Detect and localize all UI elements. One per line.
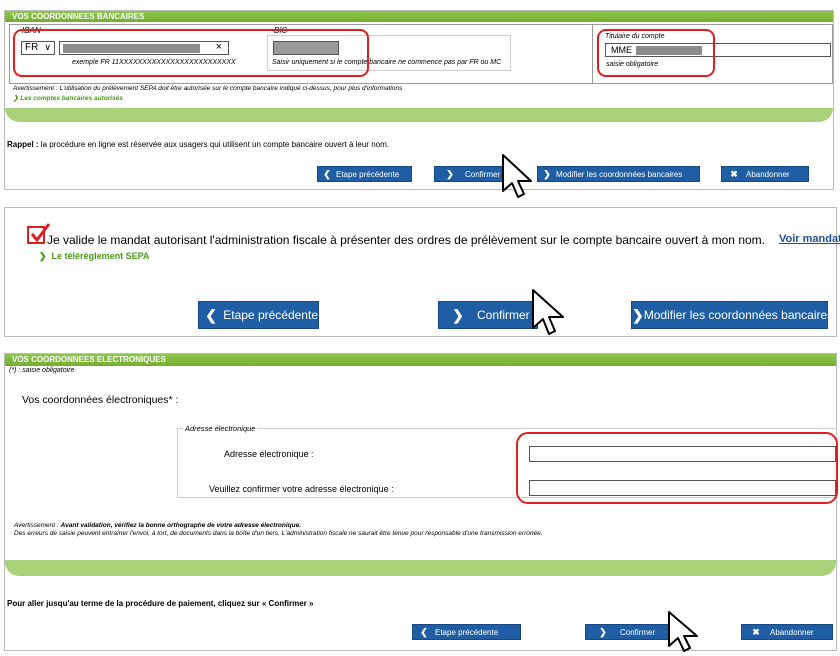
- mandate-panel: Je valide le mandat autorisant l'adminis…: [4, 207, 840, 337]
- chevron-left-icon: ❮: [205, 306, 217, 323]
- mandate-checkbox-label: Je valide le mandat autorisant l'adminis…: [47, 233, 765, 247]
- sepa-warning: Avertissement : L'utilisation du prélève…: [13, 85, 403, 92]
- email-warning-prefix: Avertissement :: [14, 522, 61, 529]
- email-warning-line2: Des erreurs de saisie peuvent entraîner …: [14, 530, 543, 537]
- email-panel: VOS COORDONNEES ELECTRONIQUES (*) : sais…: [4, 353, 838, 652]
- required-note: (*) : saisie obligatoire: [9, 367, 75, 374]
- email-warning-bold: Avant validation, vérifiez la bonne orth…: [60, 522, 302, 529]
- bank-details-header: VOS COORDONNEES BANCAIRES: [5, 11, 833, 22]
- modify-bank-details-label: Modifier les coordonnées bancaires: [643, 308, 834, 322]
- sepa-link[interactable]: ❯ Le télérèglement SEPA: [39, 251, 149, 262]
- email-section-title: Vos coordonnées électroniques* :: [22, 394, 179, 406]
- chevron-right-icon: ❯: [446, 168, 454, 179]
- chevron-right-icon: ❯: [543, 168, 551, 179]
- confirm-label: Confirmer: [620, 627, 656, 637]
- abandon-label: Abandonner: [746, 169, 790, 179]
- final-note: Pour aller jusqu'au terme de la procédur…: [7, 599, 314, 608]
- table-divider: [592, 24, 593, 84]
- iban-bic-highlight: [13, 29, 369, 77]
- view-mandate-link[interactable]: Voir mandat: [779, 233, 840, 245]
- mouse-pointer-icon: [532, 289, 564, 335]
- previous-step-button[interactable]: ❮ Etape précédente: [198, 301, 319, 329]
- confirm-label: Confirmer: [477, 308, 530, 322]
- close-icon: ✖: [752, 626, 760, 637]
- email-fields-highlight: [516, 432, 838, 504]
- previous-step-label: Etape précédente: [336, 169, 400, 179]
- authorized-accounts-link-label: Les comptes bancaires autorisés: [20, 95, 123, 102]
- chevron-right-icon: ❯: [632, 306, 644, 323]
- mandate-checkbox[interactable]: [27, 223, 51, 244]
- chevron-right-icon: ❯: [599, 626, 607, 637]
- holder-highlight: [597, 29, 715, 77]
- bank-details-panel: VOS COORDONNEES BANCAIRES IBAN FR ∨ × ex…: [4, 10, 834, 198]
- modify-bank-details-button[interactable]: ❯ Modifier les coordonnées bancaires: [631, 301, 833, 329]
- previous-step-button[interactable]: ❮ Etape précédente: [317, 166, 412, 182]
- confirm-button[interactable]: ❯ Confirmer: [438, 301, 538, 329]
- authorized-accounts-link[interactable]: ❯ Les comptes bancaires autorisés: [13, 94, 123, 102]
- previous-step-button[interactable]: ❮ Etape précédente: [412, 624, 521, 640]
- chevron-right-icon: ❯: [39, 251, 52, 261]
- modify-bank-details-button[interactable]: ❯ Modifier les coordonnées bancaires: [537, 166, 700, 182]
- bank-green-bar: [5, 108, 833, 122]
- mouse-pointer-icon: [502, 154, 532, 198]
- sepa-link-label: Le télérèglement SEPA: [51, 251, 150, 261]
- abandon-button[interactable]: ✖ Abandonner: [721, 166, 809, 182]
- abandon-label: Abandonner: [770, 627, 814, 637]
- close-icon: ✖: [730, 168, 738, 179]
- email-warning: Avertissement : Avant validation, vérifi…: [14, 522, 301, 529]
- email-confirm-label: Veuillez confirmer votre adresse électro…: [209, 484, 394, 494]
- chevron-left-icon: ❮: [420, 626, 428, 637]
- rappel-body: la procédure en ligne est réservée aux u…: [38, 140, 389, 149]
- previous-step-label: Etape précédente: [223, 308, 318, 322]
- rappel-text: Rappel : la procédure en ligne est réser…: [7, 140, 389, 149]
- fieldset-legend: Adresse électronique: [183, 424, 258, 433]
- confirm-label: Confirmer: [465, 169, 501, 179]
- previous-step-label: Etape précédente: [435, 627, 499, 637]
- rappel-label: Rappel :: [7, 140, 39, 149]
- chevron-left-icon: ❮: [323, 168, 331, 179]
- chevron-right-icon: ❯: [452, 306, 464, 323]
- modify-bank-details-label: Modifier les coordonnées bancaires: [556, 169, 683, 179]
- email-header: VOS COORDONNEES ELECTRONIQUES: [5, 354, 836, 366]
- confirm-button[interactable]: ❯ Confirmer: [434, 166, 508, 182]
- abandon-button[interactable]: ✖ Abandonner: [741, 624, 833, 640]
- mouse-pointer-icon: [668, 611, 698, 652]
- email-label: Adresse électronique :: [224, 449, 314, 459]
- email-green-bar: [5, 560, 836, 576]
